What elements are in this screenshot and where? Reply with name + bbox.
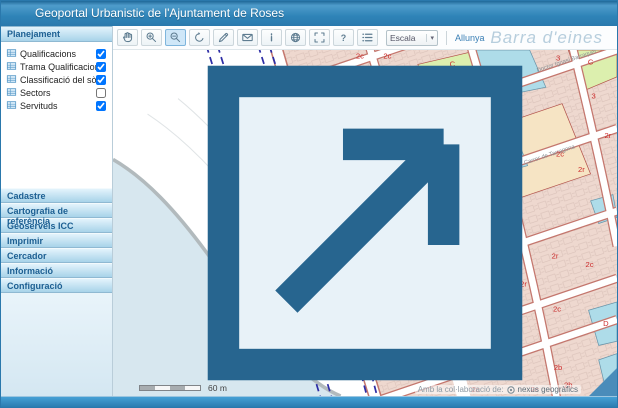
zoom-in-tool-button[interactable] <box>141 29 162 46</box>
layer-icon <box>4 74 20 86</box>
panel-header-imprimir[interactable]: Imprimir <box>1 233 112 248</box>
panel-header-cadastre[interactable]: Cadastre <box>1 188 112 203</box>
globe-icon <box>289 31 302 44</box>
layer-icon <box>4 100 20 112</box>
pan-tool-button[interactable] <box>117 29 138 46</box>
panel-header-cartografia-de-referencia[interactable]: Cartografia de referència <box>1 203 112 218</box>
sidebar-filler <box>1 293 112 396</box>
info-tool-button[interactable] <box>261 29 282 46</box>
question-icon: ? <box>337 31 350 44</box>
layer-label: Classificació del sòl <box>20 75 96 85</box>
layer-icon <box>4 87 20 99</box>
layer-item-trama-qualificacions[interactable]: Trama Qualificacions <box>4 60 109 73</box>
previous-view-tool-button[interactable] <box>189 29 210 46</box>
layer-item-classificacio-del-sol[interactable]: Classificació del sòl <box>4 73 109 86</box>
magnifier-minus-icon <box>169 31 182 44</box>
overview-map-icon <box>113 50 617 396</box>
layer-icon <box>4 48 20 60</box>
layer-label: Qualificacions <box>20 49 96 59</box>
select-extent-tool-button[interactable] <box>237 29 258 46</box>
info-icon <box>265 31 278 44</box>
app-window: Geoportal Urbanistic de l'Ajuntament de … <box>0 0 618 408</box>
panel-header-cercador[interactable]: Cercador <box>1 248 112 263</box>
layer-label: Trama Qualificacions <box>20 62 96 72</box>
toolbar-separator <box>446 31 447 45</box>
scale-dropdown[interactable]: Escala ▾ <box>386 30 438 46</box>
window-bottom-edge <box>1 396 617 407</box>
layer-checkbox-classificacio-del-sol[interactable] <box>96 75 106 85</box>
layer-checkbox-qualificacions[interactable] <box>96 49 106 59</box>
list-icon <box>361 31 374 44</box>
layer-label: Servituds <box>20 101 96 111</box>
layer-label: Sectors <box>20 88 96 98</box>
magnifier-plus-icon <box>145 31 158 44</box>
panel-header-informacio[interactable]: Informació <box>1 263 112 278</box>
legend-tool-button[interactable] <box>357 29 378 46</box>
envelope-icon <box>241 31 254 44</box>
help-tool-button[interactable]: ? <box>333 29 354 46</box>
layer-item-qualificacions[interactable]: Qualificacions <box>4 47 109 60</box>
titlebar: Geoportal Urbanistic de l'Ajuntament de … <box>1 1 617 26</box>
layer-item-sectors[interactable]: Sectors <box>4 86 109 99</box>
map-viewport: Carrer de BarcelonaCarrer de LleidaCarre… <box>113 50 617 396</box>
scale-dropdown-label: Escala <box>390 33 416 43</box>
measure-tool-button[interactable] <box>213 29 234 46</box>
zoom-out-tool-button[interactable] <box>165 29 186 46</box>
layer-item-servituds[interactable]: Servituds <box>4 99 109 112</box>
full-extent-tool-button[interactable] <box>309 29 330 46</box>
layer-icon <box>4 61 20 73</box>
panel-header-geoserveis-icc[interactable]: Geoserveis ICC <box>1 218 112 233</box>
panel-header-planejament[interactable]: Planejament <box>1 26 112 42</box>
layer-tree: Qualificacions Trama Qualificacions Classi… <box>1 42 112 188</box>
layer-checkbox-trama-qualificacions[interactable] <box>96 62 106 72</box>
svg-text:?: ? <box>341 33 346 43</box>
active-tool-label: Allunya <box>455 33 485 43</box>
fullscreen-arrows-icon <box>313 31 326 44</box>
refresh-arrow-icon <box>193 31 206 44</box>
panel-header-label: Planejament <box>7 29 60 39</box>
toolbar: ? Escala ▾ Allunya Barra d'eines <box>113 26 617 50</box>
print-tool-button[interactable] <box>285 29 306 46</box>
app-title: Geoportal Urbanistic de l'Ajuntament de … <box>35 6 284 20</box>
sidebar: Planejament Qualificacions Trama Qualific… <box>1 26 113 396</box>
layer-checkbox-servituds[interactable] <box>96 101 106 111</box>
hand-icon <box>121 31 134 44</box>
pencil-icon <box>217 31 230 44</box>
panel-header-configuracio[interactable]: Configuració <box>1 278 112 293</box>
toolbar-watermark: Barra d'eines <box>490 28 611 48</box>
layer-checkbox-sectors[interactable] <box>96 88 106 98</box>
chevron-down-icon: ▾ <box>426 34 434 42</box>
